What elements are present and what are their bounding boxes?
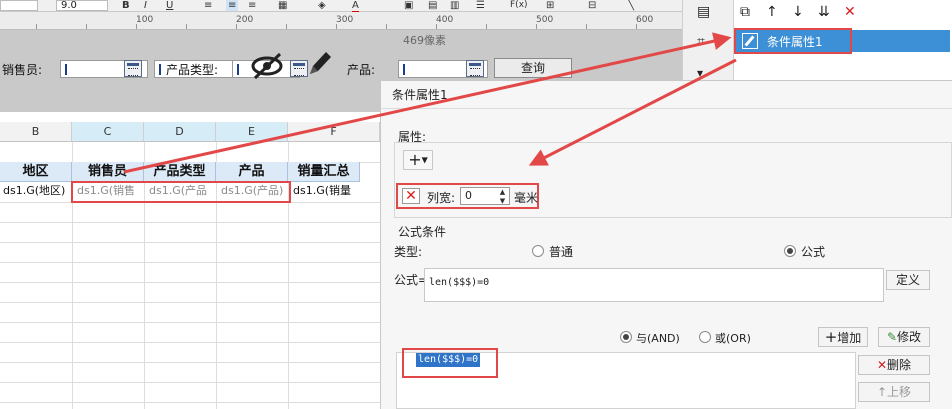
modify-button-label: 修改 [897, 330, 922, 344]
header-cell-salesperson[interactable]: 销售员 [72, 162, 144, 182]
add-button[interactable]: +增加 [818, 327, 868, 347]
or-label: 或(OR) [715, 332, 751, 345]
annotation-highlight-cells [71, 181, 291, 203]
font-name-box[interactable] [0, 0, 38, 11]
border-icon[interactable]: ▦ [278, 0, 287, 11]
arrow-up-icon: ↑ [876, 385, 888, 399]
delete-icon: ✕ [876, 358, 888, 372]
add-attribute-button[interactable]: +▼ [403, 150, 433, 170]
or-radio[interactable] [699, 331, 711, 343]
column-width-label: 列宽: [427, 191, 456, 205]
eye-hidden-icon[interactable] [250, 51, 286, 81]
side-tool-strip: ▤ ⌗ ▾ [682, 0, 734, 86]
crop-icon[interactable]: ⌗ [697, 34, 705, 50]
ruler-label: 200 [236, 15, 254, 25]
chart-icon[interactable]: ▤ [428, 0, 437, 11]
formula-label: 公式= [394, 273, 429, 287]
product-label: 产品: [347, 63, 376, 77]
slash-icon[interactable]: ╲ [628, 0, 634, 11]
define-button[interactable]: 定义 [886, 270, 930, 290]
move-bottom-icon[interactable]: ⇊ [818, 4, 830, 20]
move-up-icon[interactable]: ↑ [766, 4, 778, 20]
type-normal-label: 普通 [549, 245, 574, 259]
align-right-icon[interactable]: ≡ [248, 0, 256, 11]
ruler-label: 500 [536, 15, 554, 25]
data-cell-region[interactable]: ds1.G(地区) [0, 182, 72, 202]
column-header-b[interactable]: B [0, 122, 72, 142]
type-normal-radio[interactable] [532, 245, 544, 257]
chevron-down-icon: ▼ [421, 155, 428, 165]
column-header-f[interactable]: F [288, 122, 380, 142]
cell-attribute-icon[interactable]: ▤ [697, 4, 710, 20]
ruler-label: 600 [636, 15, 654, 25]
and-label: 与(AND) [636, 332, 680, 345]
salesperson-label: 销售员: [2, 63, 43, 77]
query-button[interactable]: 查询 [494, 58, 572, 78]
delete-button[interactable]: ✕删除 [858, 355, 930, 375]
calendar-icon[interactable] [124, 60, 142, 77]
dropdown-icon[interactable]: ▾ [697, 66, 703, 80]
type-formula-radio[interactable] [784, 245, 796, 257]
ruler-label: 300 [336, 15, 354, 25]
annotation-highlight-result [402, 348, 498, 378]
italic-button[interactable]: I [144, 0, 147, 11]
remove-attribute-icon[interactable]: ✕ [402, 188, 420, 204]
ruler-label: 400 [436, 15, 454, 25]
ruler-label: 100 [136, 15, 154, 25]
merge-icon[interactable]: ⊟ [588, 0, 596, 11]
add-button-label: 增加 [837, 331, 862, 345]
spin-down-icon[interactable]: ▼ [496, 197, 509, 205]
data-cell-sales-total[interactable]: ds1.G(销量 [290, 182, 360, 202]
annotation-highlight-item [734, 28, 852, 54]
unit-label: 毫米 [514, 191, 539, 205]
and-radio[interactable] [620, 331, 632, 343]
product-type-label: 产品类型: [166, 63, 219, 77]
format-toolbar: 9.0 B I U ≡ ≡ ≡ ▦ ◈ A ▣ ▤ ▥ ☰ F(x) ⊞ ⊟ ╲ [0, 0, 682, 13]
dimension-label: 469像素 [403, 34, 446, 47]
list-icon[interactable]: ☰ [476, 0, 485, 11]
formula-input[interactable]: len($$$)=0 [424, 268, 884, 302]
plus-icon: + [408, 150, 422, 169]
header-cell-sales-total[interactable]: 销量汇总 [288, 162, 360, 182]
align-center-icon[interactable]: ≡ [226, 0, 239, 11]
image-icon[interactable]: ▣ [404, 0, 413, 11]
modify-button[interactable]: ✎修改 [878, 327, 930, 347]
table-icon[interactable]: ▥ [450, 0, 459, 11]
move-up-button-label: 上移 [887, 385, 912, 399]
pencil-icon[interactable] [304, 48, 334, 80]
plus-icon: + [824, 328, 838, 346]
move-up-button[interactable]: ↑上移 [858, 382, 930, 402]
bold-button[interactable]: B [122, 0, 130, 11]
copy-icon[interactable]: ⧉ [740, 4, 750, 20]
delete-icon[interactable]: ✕ [844, 4, 856, 20]
formula-icon[interactable]: F(x) [510, 0, 528, 11]
modify-icon: ✎ [886, 330, 898, 344]
calendar-icon[interactable] [466, 60, 484, 77]
column-header-e[interactable]: E [216, 122, 288, 142]
column-header-c[interactable]: C [72, 122, 144, 142]
dialog-title: 条件属性1 [392, 88, 448, 102]
insert-row-icon[interactable]: ⊞ [546, 0, 554, 11]
header-cell-product-type[interactable]: 产品类型 [144, 162, 216, 182]
move-down-icon[interactable]: ↓ [792, 4, 804, 20]
delete-button-label: 删除 [887, 358, 912, 372]
underline-icon[interactable]: U [166, 0, 173, 11]
header-cell-region[interactable]: 地区 [0, 162, 72, 182]
type-formula-label: 公式 [801, 245, 826, 259]
spreadsheet-grid[interactable]: B C D E F 地区 销售员 产品类型 产品 销量汇总 ds1.G(地区) … [0, 122, 380, 409]
header-cell-product[interactable]: 产品 [216, 162, 288, 182]
formula-condition-title: 公式条件 [398, 225, 447, 239]
column-header-d[interactable]: D [144, 122, 216, 142]
fill-color-icon[interactable]: ◈ [318, 0, 326, 11]
align-left-icon[interactable]: ≡ [204, 0, 212, 11]
ruler: 100 200 300 400 500 600 [0, 12, 682, 30]
font-size-box[interactable]: 9.0 [56, 0, 108, 11]
spin-up-icon[interactable]: ▲ [496, 188, 509, 196]
divider [381, 108, 952, 109]
type-label: 类型: [394, 245, 423, 259]
